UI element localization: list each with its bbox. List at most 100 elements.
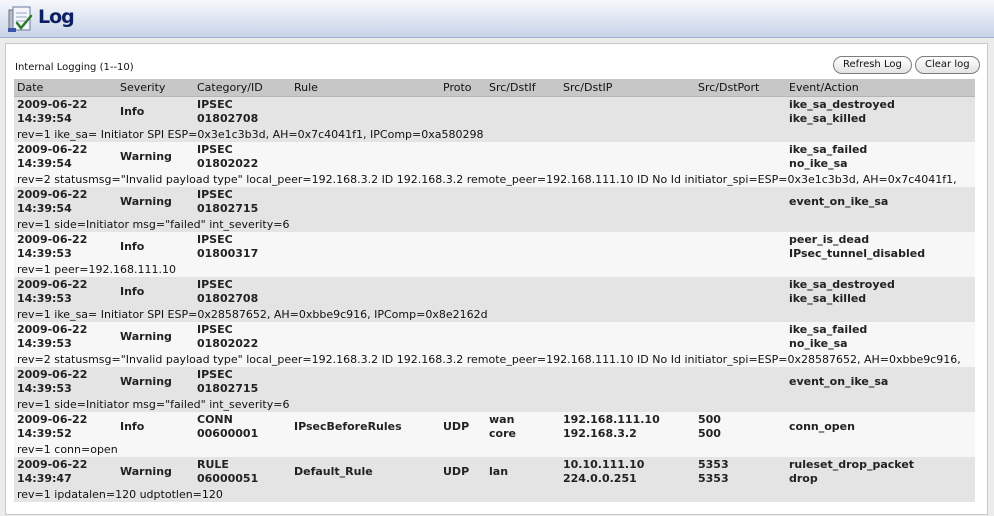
log-detail-row: rev=1 peer=192.168.111.10 <box>14 262 975 277</box>
category-cell-cat-id: 06000051 <box>197 472 259 485</box>
log-document-icon <box>8 6 33 32</box>
date-cell: 2009-06-22 14:39:53 <box>14 367 117 397</box>
rule-cell <box>291 367 440 397</box>
port-cell <box>695 187 786 217</box>
severity-cell: Info <box>117 277 194 307</box>
category-cell-category: IPSEC <box>197 233 233 246</box>
port-cell-dst-port: 500 <box>698 427 721 440</box>
event-cell-event: ike_sa_destroyed <box>789 98 895 111</box>
port-cell <box>695 232 786 262</box>
category-cell: IPSEC 01802715 <box>194 187 291 217</box>
rule-cell <box>291 322 440 352</box>
port-cell <box>695 96 786 127</box>
category-cell-category: IPSEC <box>197 98 233 111</box>
ip-cell: 192.168.111.10 192.168.3.2 <box>560 412 695 442</box>
col-header-src-dst-ip[interactable]: Src/DstIP <box>560 79 695 97</box>
date-cell: 2009-06-22 14:39:52 <box>14 412 117 442</box>
interface-cell: lan <box>486 457 560 487</box>
col-header-proto[interactable]: Proto <box>440 79 486 97</box>
proto-cell: UDP <box>440 457 486 487</box>
date-cell: 2009-06-22 14:39:53 <box>14 277 117 307</box>
date-cell-date: 2009-06-22 <box>17 413 88 426</box>
ip-cell <box>560 96 695 127</box>
port-cell <box>695 367 786 397</box>
category-cell-category: IPSEC <box>197 188 233 201</box>
detail-text: rev=2 statusmsg="Invalid payload type" l… <box>14 172 975 187</box>
event-cell-action: ike_sa_killed <box>789 112 867 125</box>
table-header-row: Date Severity Category/ID Rule Proto Src… <box>14 79 975 97</box>
date-cell: 2009-06-22 14:39:53 <box>14 232 117 262</box>
date-cell-date: 2009-06-22 <box>17 188 88 201</box>
refresh-log-button[interactable]: Refresh Log <box>833 56 912 74</box>
date-cell-time: 14:39:53 <box>17 247 72 260</box>
date-cell-date: 2009-06-22 <box>17 143 88 156</box>
interface-cell: wan core <box>486 412 560 442</box>
clear-log-button[interactable]: Clear log <box>915 56 980 74</box>
category-cell-category: IPSEC <box>197 278 233 291</box>
port-cell-dst-port: 5353 <box>698 472 729 485</box>
ip-cell: 10.10.111.10 224.0.0.251 <box>560 457 695 487</box>
log-entry-row: 2009-06-22 14:39:53 Info IPSEC 01802708 ike_s… <box>14 277 975 307</box>
detail-text: rev=2 statusmsg="Invalid payload type" l… <box>14 352 975 367</box>
event-cell-event: conn_open <box>789 420 855 433</box>
log-panel: Internal Logging (1--10) Refresh Log Cle… <box>5 43 988 515</box>
ip-cell <box>560 322 695 352</box>
event-cell-event: peer_is_dead <box>789 233 870 246</box>
event-cell-event: event_on_ike_sa <box>789 375 889 388</box>
port-cell <box>695 322 786 352</box>
date-cell-time: 14:39:54 <box>17 112 72 125</box>
date-cell-date: 2009-06-22 <box>17 458 88 471</box>
category-cell-cat-id: 00600001 <box>197 427 259 440</box>
detail-text: rev=1 side=Initiator msg="failed" int_se… <box>14 397 975 412</box>
ip-cell <box>560 277 695 307</box>
event-cell-action: no_ike_sa <box>789 157 848 170</box>
event-cell-action: IPsec_tunnel_disabled <box>789 247 926 260</box>
interface-cell <box>486 187 560 217</box>
severity-cell: Warning <box>117 322 194 352</box>
log-detail-row: rev=2 statusmsg="Invalid payload type" l… <box>14 172 975 187</box>
event-cell-action: no_ike_sa <box>789 337 848 350</box>
col-header-src-dst-port[interactable]: Src/DstPort <box>695 79 786 97</box>
date-cell-time: 14:39:52 <box>17 427 72 440</box>
severity-cell: Warning <box>117 367 194 397</box>
event-cell-event: ike_sa_failed <box>789 143 868 156</box>
col-header-event-action[interactable]: Event/Action <box>786 79 975 97</box>
log-entry-row: 2009-06-22 14:39:47 Warning RULE 06000051 Def… <box>14 457 975 487</box>
category-cell: IPSEC 01802022 <box>194 322 291 352</box>
category-cell: IPSEC 01802715 <box>194 367 291 397</box>
category-cell: IPSEC 01802708 <box>194 96 291 127</box>
interface-cell-src-if: lan <box>489 465 509 478</box>
rule-cell <box>291 232 440 262</box>
detail-text: rev=1 conn=open <box>14 442 975 457</box>
log-entry-row: 2009-06-22 14:39:53 Warning IPSEC 01802715 ev… <box>14 367 975 397</box>
date-cell: 2009-06-22 14:39:47 <box>14 457 117 487</box>
category-cell-category: CONN <box>197 413 233 426</box>
page-title: Log <box>38 6 75 28</box>
category-cell-category: IPSEC <box>197 368 233 381</box>
col-header-rule[interactable]: Rule <box>291 79 440 97</box>
interface-cell <box>486 142 560 172</box>
log-detail-row: rev=1 ipdatalen=120 udptotlen=120 <box>14 487 975 502</box>
category-cell-cat-id: 01800317 <box>197 247 259 260</box>
interface-cell-dst-if: core <box>489 427 516 440</box>
col-header-category[interactable]: Category/ID <box>194 79 291 97</box>
port-cell-src-port: 5353 <box>698 458 729 471</box>
event-cell: ike_sa_destroyed ike_sa_killed <box>786 96 975 127</box>
event-cell-action: drop <box>789 472 818 485</box>
ip-cell <box>560 187 695 217</box>
date-cell: 2009-06-22 14:39:54 <box>14 187 117 217</box>
log-entry-row: 2009-06-22 14:39:53 Warning IPSEC 01802022 ik… <box>14 322 975 352</box>
proto-cell <box>440 96 486 127</box>
event-cell: ike_sa_failed no_ike_sa <box>786 142 975 172</box>
date-cell-time: 14:39:53 <box>17 337 72 350</box>
detail-text: rev=1 side=Initiator msg="failed" int_se… <box>14 217 975 232</box>
severity-cell: Info <box>117 96 194 127</box>
proto-cell <box>440 187 486 217</box>
log-detail-row: rev=1 ike_sa= Initiator SPI ESP=0x3e1c3b… <box>14 127 975 142</box>
date-cell: 2009-06-22 14:39:53 <box>14 322 117 352</box>
col-header-date[interactable]: Date <box>14 79 117 97</box>
log-detail-row: rev=1 conn=open <box>14 442 975 457</box>
col-header-severity[interactable]: Severity <box>117 79 194 97</box>
event-cell-event: ruleset_drop_packet <box>789 458 915 471</box>
col-header-src-dst-if[interactable]: Src/DstIf <box>486 79 560 97</box>
